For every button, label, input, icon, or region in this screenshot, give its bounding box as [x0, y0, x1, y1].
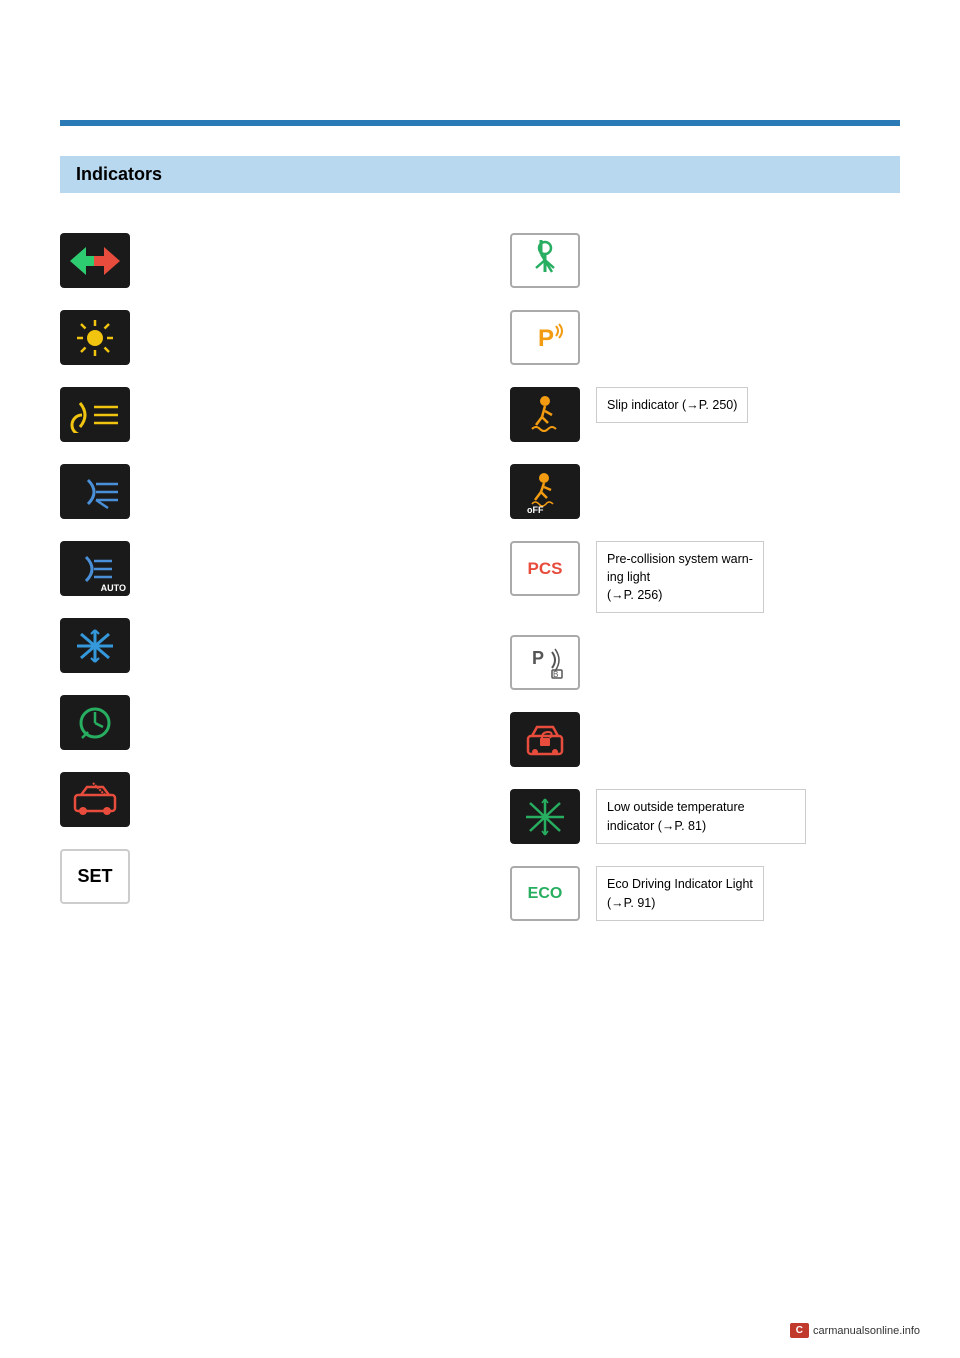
list-item — [60, 310, 450, 365]
eco-icon-box: ECO — [510, 866, 580, 921]
headlight-auto-icon-box: AUTO — [60, 541, 130, 596]
sun-icon-box — [60, 310, 130, 365]
lock-red-icon-box — [510, 712, 580, 767]
pcs-callout-text: Pre-collision system warn-ing light(→P. … — [607, 552, 753, 602]
list-item: PCS Pre-collision system warn-ing light(… — [510, 541, 900, 613]
list-item: ECO Eco Driving Indicator Light(→P. 91) — [510, 866, 900, 921]
seatbelt-icon-box — [510, 233, 580, 288]
pcs-icon-box: PCS — [510, 541, 580, 596]
lock-red-svg — [522, 718, 568, 762]
headlight-svg — [68, 474, 122, 510]
list-item — [60, 233, 450, 288]
page-container: Indicators — [0, 0, 960, 1358]
indicators-grid: AUTO — [60, 233, 900, 921]
set-label: SET — [77, 866, 112, 887]
svg-text:oFF: oFF — [527, 505, 544, 514]
fog-icon-box — [60, 618, 130, 673]
set-icon-box: SET — [60, 849, 130, 904]
sun-svg — [75, 318, 115, 358]
slip-callout-text: Slip indicator (→P. 250) — [607, 398, 737, 412]
section-title: Indicators — [76, 164, 162, 184]
blue-divider — [60, 120, 900, 126]
turn-arrows-svg — [70, 243, 120, 279]
pcs-label: PCS — [528, 559, 563, 579]
parking-svg: P — [522, 316, 568, 360]
eco-callout: Eco Driving Indicator Light(→P. 91) — [596, 866, 764, 920]
headlight-icon-box — [60, 464, 130, 519]
list-item — [60, 387, 450, 442]
svg-text:P: P — [532, 648, 544, 668]
top-space — [60, 40, 900, 120]
svg-text:P: P — [538, 325, 554, 352]
eco-label: ECO — [528, 885, 563, 903]
seatbelt-svg — [522, 238, 568, 284]
svg-text:B: B — [553, 670, 558, 679]
watermark: C carmanualsonline.info — [790, 1323, 920, 1338]
slip-off-icon-box: oFF — [510, 464, 580, 519]
aux-parking-svg: P B — [522, 642, 568, 684]
warning-car-svg — [69, 781, 121, 819]
right-column: P — [510, 233, 900, 921]
list-item — [60, 695, 450, 750]
list-item: Low outside temperature indicator (→P. 8… — [510, 789, 900, 844]
section-header: Indicators — [60, 156, 900, 193]
slip-off-svg: oFF — [522, 470, 568, 514]
aux-parking-icon-box: P B — [510, 635, 580, 690]
watermark-text: carmanualsonline.info — [813, 1325, 920, 1337]
turn-signal-icon — [60, 233, 130, 288]
fog-svg — [73, 626, 117, 666]
warning-car-icon-box — [60, 772, 130, 827]
list-item: Slip indicator (→P. 250) — [510, 387, 900, 442]
list-item — [60, 618, 450, 673]
high-beam-icon-box — [60, 387, 130, 442]
slip-callout: Slip indicator (→P. 250) — [596, 387, 748, 423]
clock-svg — [74, 702, 116, 744]
low-temp-callout-text: Low outside temperature indicator (→P. 8… — [607, 800, 745, 832]
slip-svg — [522, 393, 568, 437]
list-item: AUTO — [60, 541, 450, 596]
low-temp-svg — [522, 795, 568, 839]
list-item — [60, 464, 450, 519]
list-item: SET — [60, 849, 450, 904]
list-item — [510, 712, 900, 767]
eco-callout-text: Eco Driving Indicator Light(→P. 91) — [607, 877, 753, 909]
list-item: P B — [510, 635, 900, 690]
left-column: AUTO — [60, 233, 450, 921]
low-temp-callout: Low outside temperature indicator (→P. 8… — [596, 789, 806, 843]
list-item — [510, 233, 900, 288]
parking-icon-box: P — [510, 310, 580, 365]
clock-icon-box — [60, 695, 130, 750]
list-item: oFF — [510, 464, 900, 519]
watermark-logo: C — [790, 1323, 809, 1338]
list-item — [60, 772, 450, 827]
high-beam-svg — [68, 397, 122, 433]
headlight-auto-svg — [68, 551, 122, 587]
low-temp-icon-box — [510, 789, 580, 844]
list-item: P — [510, 310, 900, 365]
auto-label: AUTO — [101, 583, 126, 593]
slip-icon-box — [510, 387, 580, 442]
pcs-callout: Pre-collision system warn-ing light(→P. … — [596, 541, 764, 613]
